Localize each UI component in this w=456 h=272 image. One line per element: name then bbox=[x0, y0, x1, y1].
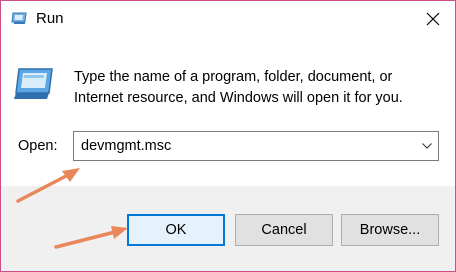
chevron-down-icon bbox=[422, 143, 432, 149]
open-label: Open: bbox=[18, 138, 58, 154]
prompt-text: Type the name of a program, folder, docu… bbox=[74, 69, 403, 106]
close-button[interactable] bbox=[411, 1, 455, 37]
browse-button[interactable]: Browse... bbox=[341, 214, 439, 246]
dropdown-button[interactable] bbox=[416, 132, 438, 160]
open-combobox[interactable]: devmgmt.msc bbox=[73, 131, 439, 161]
open-input[interactable]: devmgmt.msc bbox=[81, 138, 171, 154]
button-bar: OK Cancel Browse... bbox=[1, 186, 455, 271]
window-title: Run bbox=[36, 10, 64, 27]
run-dialog: Run Type the name of a program, folder, … bbox=[0, 0, 456, 272]
cancel-button[interactable]: Cancel bbox=[235, 214, 333, 246]
ok-button[interactable]: OK bbox=[127, 214, 225, 246]
title-bar: Run bbox=[1, 1, 455, 37]
run-icon bbox=[11, 12, 27, 24]
run-app-icon bbox=[14, 68, 53, 99]
close-icon bbox=[426, 12, 440, 26]
